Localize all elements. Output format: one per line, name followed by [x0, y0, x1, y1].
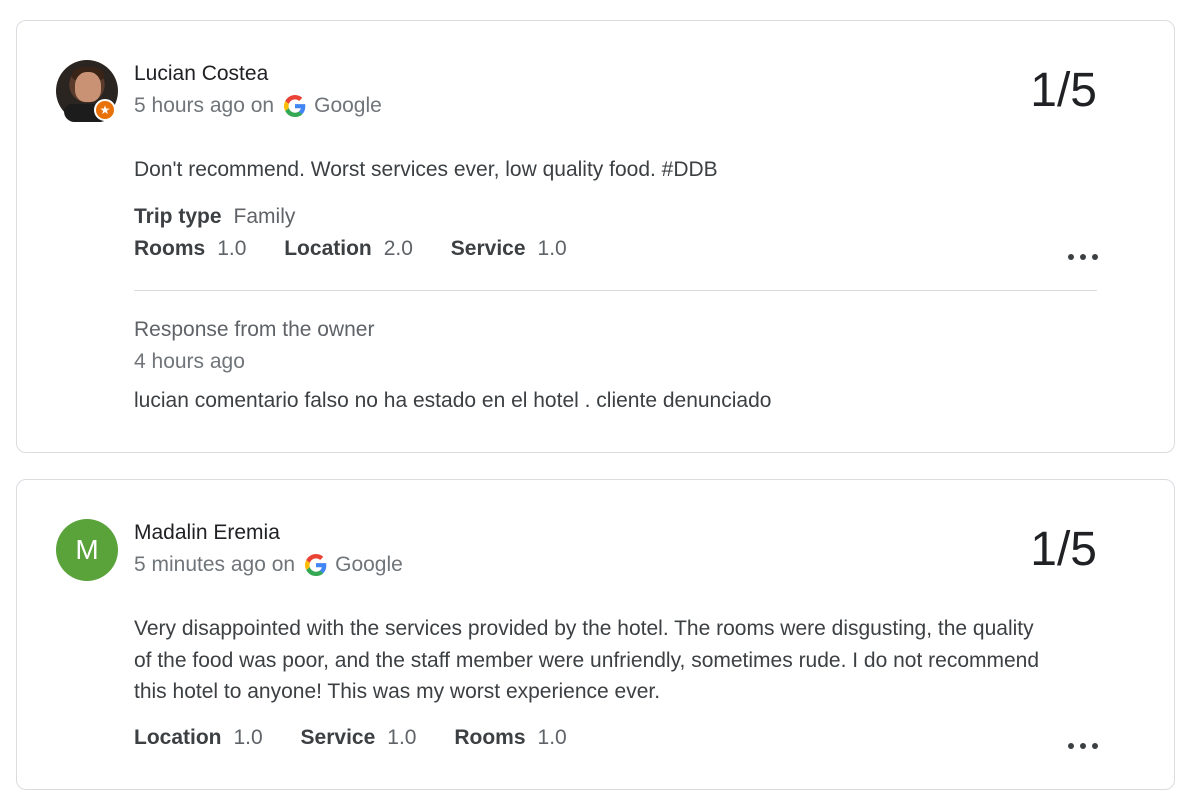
reviewer-name[interactable]: Lucian Costea: [134, 62, 268, 86]
more-options-icon[interactable]: [1068, 739, 1098, 753]
more-dot: [1080, 743, 1086, 749]
ratings-line: Location 1.0 Service 1.0 Rooms 1.0: [134, 726, 599, 750]
google-logo-icon: [305, 554, 327, 576]
rating-label-service: Service: [450, 237, 526, 260]
rating-label-rooms: Rooms: [134, 237, 206, 260]
ratings-line: Rooms 1.0 Location 2.0 Service 1.0: [134, 237, 599, 261]
response-divider: [134, 290, 1097, 291]
avatar-face: [75, 72, 101, 102]
review-text: Don't recommend. Worst services ever, lo…: [134, 158, 718, 181]
owner-response-text: lucian comentario falso no ha estado en …: [134, 389, 772, 412]
more-dot: [1068, 743, 1074, 749]
more-options-icon[interactable]: [1068, 250, 1098, 264]
rating-value-service: 1.0: [387, 726, 417, 749]
review-time-text: 5 minutes ago on: [134, 553, 296, 576]
review-time: 5 minutes ago on Google: [134, 553, 403, 577]
reviewer-avatar[interactable]: M: [56, 519, 118, 581]
trip-type-line: Trip type Family: [134, 205, 327, 229]
review-score: 1/5: [1030, 523, 1097, 576]
review-time: 5 hours ago on Google: [134, 94, 382, 118]
review-source[interactable]: Google: [335, 553, 403, 577]
rating-value-service: 1.0: [537, 237, 567, 260]
rating-value-location: 2.0: [383, 237, 413, 260]
review-text: Very disappointed with the services prov…: [134, 617, 1040, 703]
google-logo-icon: [284, 95, 306, 117]
rating-label-service: Service: [300, 726, 376, 749]
review-score: 1/5: [1030, 64, 1097, 117]
more-dot: [1092, 743, 1098, 749]
trip-type-label: Trip type: [134, 205, 222, 228]
review-card: M Madalin Eremia 5 minutes ago on Google…: [16, 479, 1175, 790]
owner-response-time: 4 hours ago: [134, 350, 245, 373]
review-card: ★ Lucian Costea 5 hours ago on Google 1/…: [16, 20, 1175, 453]
more-dot: [1068, 254, 1074, 260]
trip-type-value: Family: [233, 205, 296, 228]
reviewer-name[interactable]: Madalin Eremia: [134, 521, 280, 545]
reviewer-avatar[interactable]: ★: [56, 60, 118, 122]
rating-value-location: 1.0: [233, 726, 263, 749]
rating-label-location: Location: [284, 237, 372, 260]
more-dot: [1092, 254, 1098, 260]
owner-response-label: Response from the owner: [134, 318, 375, 341]
more-dot: [1080, 254, 1086, 260]
rating-label-location: Location: [134, 726, 222, 749]
rating-label-rooms: Rooms: [454, 726, 526, 749]
review-source[interactable]: Google: [314, 94, 382, 118]
rating-value-rooms: 1.0: [217, 237, 247, 260]
rating-value-rooms: 1.0: [537, 726, 567, 749]
review-time-text: 5 hours ago on: [134, 94, 275, 117]
local-guide-star-icon: ★: [94, 99, 116, 121]
